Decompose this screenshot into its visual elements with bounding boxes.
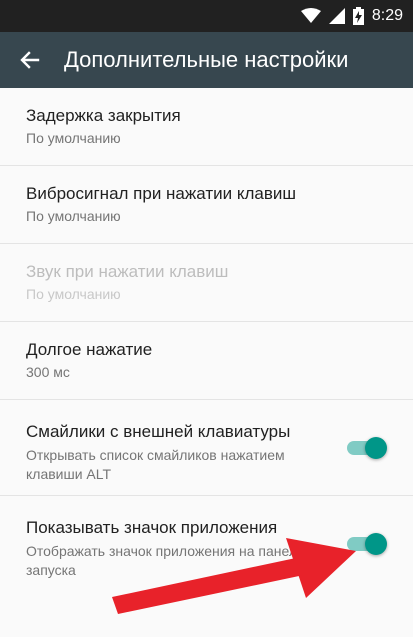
setting-title: Показывать значок приложения bbox=[26, 518, 278, 537]
setting-title: Звук при нажатии клавиш bbox=[26, 262, 229, 281]
cell-signal-icon bbox=[328, 8, 345, 24]
status-bar: 8:29 bbox=[0, 0, 413, 32]
setting-vibrate-on-keypress[interactable]: Вибросигнал при нажатии клавиш По умолча… bbox=[0, 166, 413, 244]
setting-description: Отображать значок приложения на панели з… bbox=[26, 543, 305, 578]
setting-title: Задержка закрытия bbox=[26, 106, 181, 125]
back-button[interactable] bbox=[10, 40, 50, 80]
setting-close-delay[interactable]: Задержка закрытия По умолчанию bbox=[0, 88, 413, 166]
setting-value: 300 мс bbox=[26, 364, 70, 380]
setting-long-press[interactable]: Долгое нажатие 300 мс bbox=[0, 322, 413, 400]
setting-title: Вибросигнал при нажатии клавиш bbox=[26, 184, 297, 203]
app-icon-toggle-switch[interactable] bbox=[345, 533, 387, 555]
emoji-toggle-switch[interactable] bbox=[345, 437, 387, 459]
toggle-thumb bbox=[365, 533, 387, 555]
setting-value: По умолчанию bbox=[26, 208, 121, 224]
arrow-left-icon bbox=[20, 51, 40, 69]
battery-charging-icon bbox=[352, 7, 364, 25]
setting-title: Долгое нажатие bbox=[26, 340, 153, 359]
wifi-icon bbox=[300, 8, 321, 23]
toggle-thumb bbox=[365, 437, 387, 459]
setting-value: По умолчанию bbox=[26, 286, 121, 302]
setting-value: По умолчанию bbox=[26, 130, 121, 146]
toolbar: Дополнительные настройки bbox=[0, 32, 413, 88]
setting-description: Открывать список смайликов нажатием клав… bbox=[26, 447, 285, 482]
setting-show-app-icon[interactable]: Показывать значок приложения Отображать … bbox=[0, 496, 413, 592]
setting-title: Смайлики с внешней клавиатуры bbox=[26, 422, 291, 441]
page-title: Дополнительные настройки bbox=[64, 47, 349, 72]
settings-list: Задержка закрытия По умолчанию Вибросигн… bbox=[0, 88, 413, 592]
status-icons: 8:29 bbox=[300, 0, 403, 32]
setting-sound-on-keypress: Звук при нажатии клавиш По умолчанию bbox=[0, 244, 413, 322]
status-time: 8:29 bbox=[371, 7, 403, 24]
setting-external-keyboard-emoji[interactable]: Смайлики с внешней клавиатуры Открывать … bbox=[0, 400, 413, 496]
